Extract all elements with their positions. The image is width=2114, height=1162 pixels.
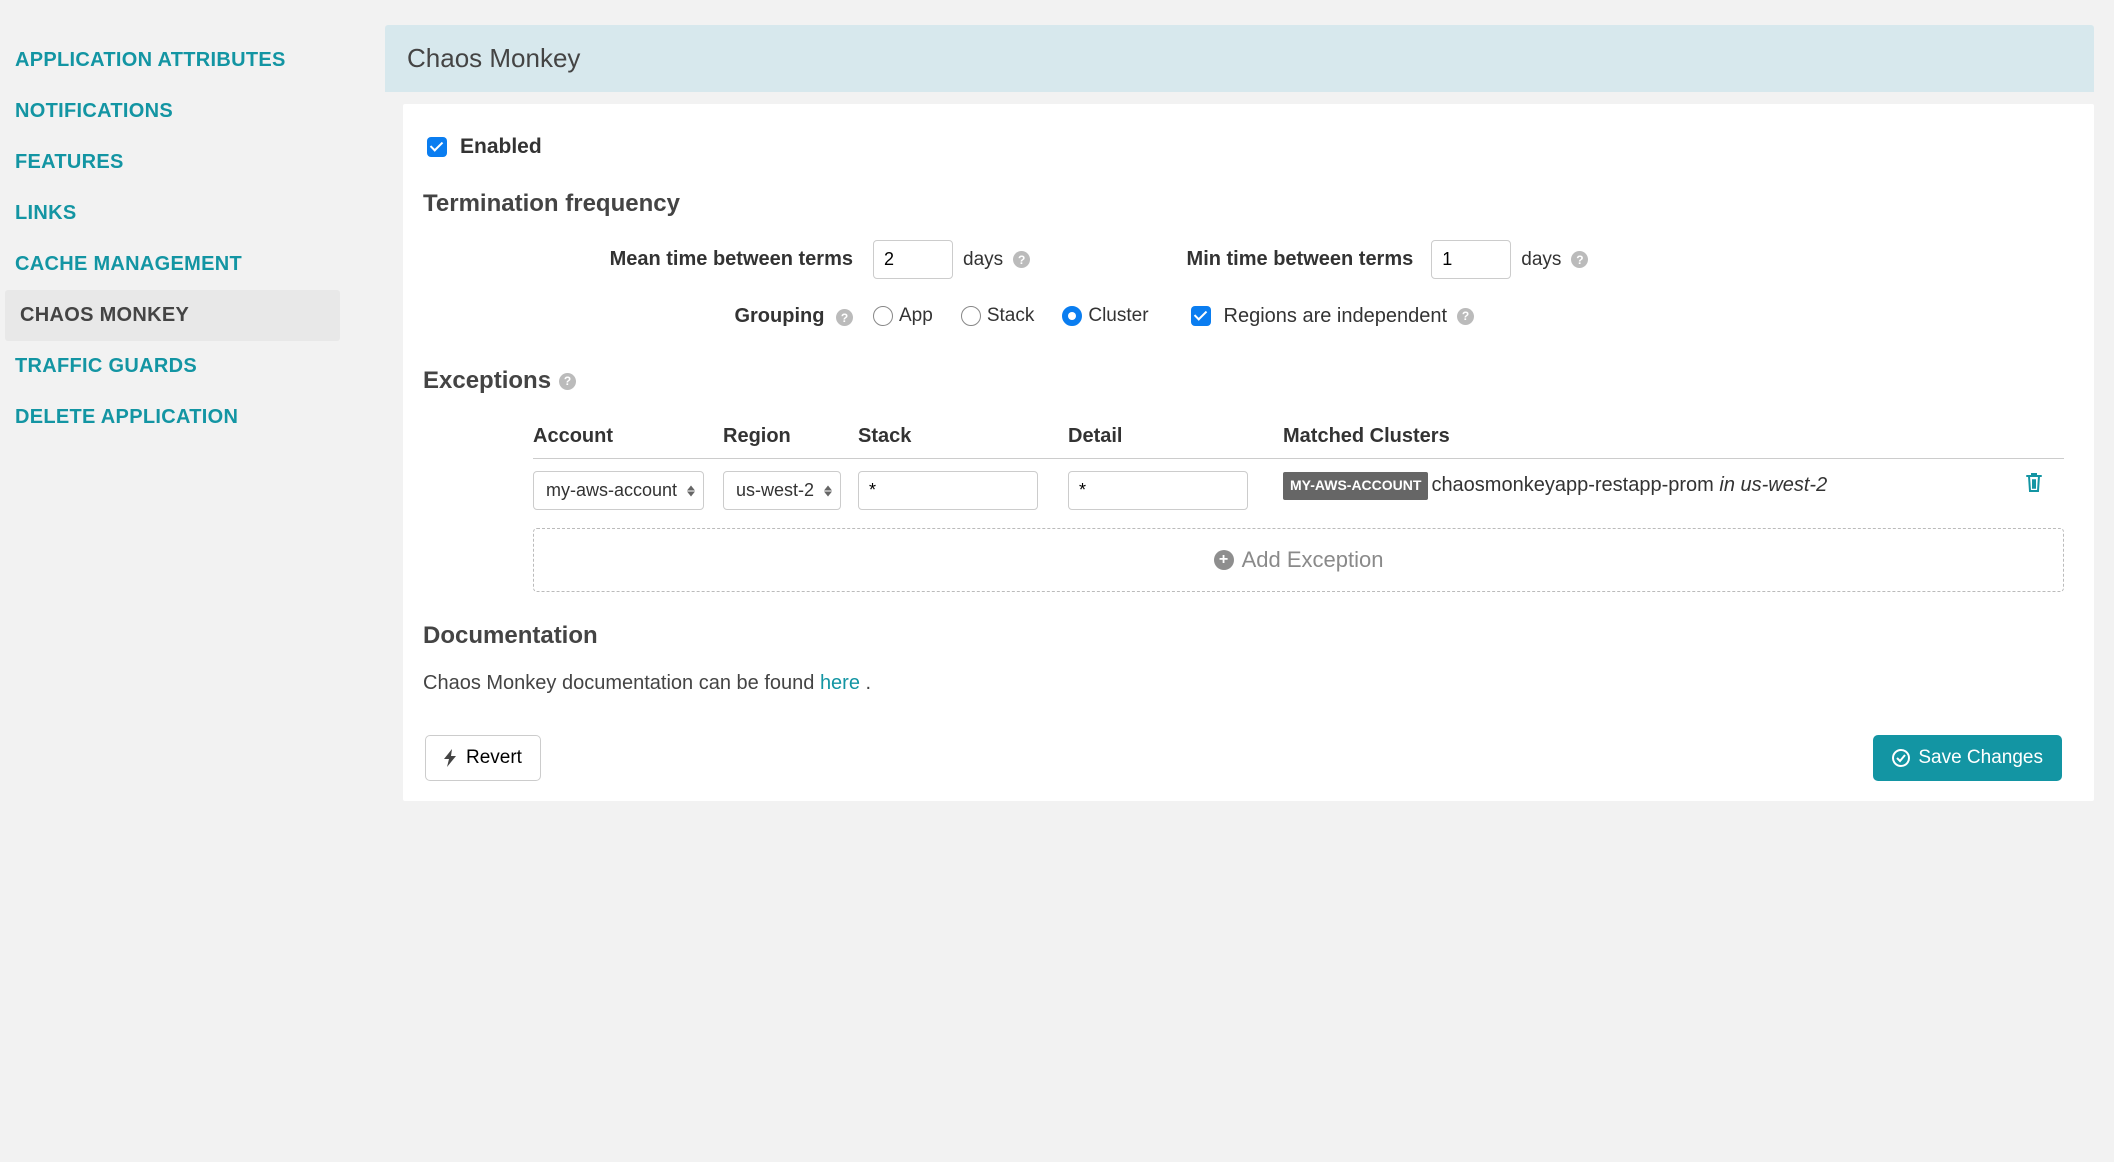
exceptions-table-header: Account Region Stack Detail Matched Clus…	[533, 417, 2064, 459]
col-detail: Detail	[1068, 425, 1283, 448]
exception-row: my-aws-account us-west-2	[533, 459, 2064, 522]
question-icon[interactable]: ?	[1571, 251, 1588, 268]
col-account: Account	[533, 425, 723, 448]
account-badge: MY-AWS-ACCOUNT	[1283, 472, 1428, 500]
radio-icon	[961, 306, 981, 326]
enabled-label: Enabled	[460, 135, 542, 159]
grouping-radio-cluster[interactable]: Cluster	[1062, 305, 1148, 327]
regions-independent-label: Regions are independent	[1224, 305, 1448, 328]
question-icon[interactable]: ?	[1457, 308, 1474, 325]
col-matched: Matched Clusters	[1283, 425, 2024, 448]
sidebar-item-chaos-monkey[interactable]: CHAOS MONKEY	[5, 290, 340, 341]
min-time-unit: days	[1521, 249, 1561, 271]
save-changes-button[interactable]: Save Changes	[1873, 735, 2062, 781]
sidebar-item-features[interactable]: FEATURES	[0, 137, 365, 188]
sidebar-item-delete-application[interactable]: DELETE APPLICATION	[0, 392, 365, 443]
revert-button[interactable]: Revert	[425, 735, 541, 781]
sidebar: APPLICATION ATTRIBUTES NOTIFICATIONS FEA…	[0, 25, 365, 801]
sidebar-item-notifications[interactable]: NOTIFICATIONS	[0, 86, 365, 137]
sidebar-item-links[interactable]: LINKS	[0, 188, 365, 239]
col-stack: Stack	[858, 425, 1068, 448]
stack-input[interactable]	[858, 471, 1038, 510]
account-select[interactable]: my-aws-account	[533, 471, 704, 510]
trash-icon[interactable]	[2024, 471, 2054, 493]
min-time-input[interactable]	[1431, 240, 1511, 279]
detail-input[interactable]	[1068, 471, 1248, 510]
mean-time-input[interactable]	[873, 240, 953, 279]
termination-frequency-heading: Termination frequency	[423, 190, 2064, 218]
add-exception-button[interactable]: + Add Exception	[533, 528, 2064, 592]
exceptions-heading: Exceptions	[423, 367, 551, 395]
documentation-heading: Documentation	[423, 622, 2064, 650]
enabled-checkbox[interactable]	[427, 137, 447, 157]
documentation-text: Chaos Monkey documentation can be found …	[423, 672, 2064, 695]
check-circle-icon	[1892, 749, 1910, 767]
matched-clusters-text: MY-AWS-ACCOUNTchaosmonkeyapp-restapp-pro…	[1283, 471, 2014, 500]
mean-time-unit: days	[963, 249, 1003, 271]
regions-independent-checkbox[interactable]	[1191, 306, 1211, 326]
question-icon[interactable]: ?	[559, 373, 576, 390]
documentation-link[interactable]: here	[820, 672, 860, 694]
sidebar-item-traffic-guards[interactable]: TRAFFIC GUARDS	[0, 341, 365, 392]
sidebar-item-cache-management[interactable]: CACHE MANAGEMENT	[0, 239, 365, 290]
mean-time-label: Mean time between terms	[533, 248, 853, 271]
radio-icon	[873, 306, 893, 326]
panel-title: Chaos Monkey	[385, 25, 2094, 92]
radio-icon	[1062, 306, 1082, 326]
sort-icon	[687, 485, 695, 496]
lightning-icon	[444, 749, 458, 767]
grouping-radio-app[interactable]: App	[873, 305, 933, 327]
grouping-radio-stack[interactable]: Stack	[961, 305, 1035, 327]
grouping-label: Grouping	[734, 305, 824, 327]
col-region: Region	[723, 425, 858, 448]
min-time-label: Min time between terms	[1187, 248, 1414, 271]
question-icon[interactable]: ?	[836, 309, 853, 326]
question-icon[interactable]: ?	[1013, 251, 1030, 268]
sort-icon	[824, 485, 832, 496]
sidebar-item-application-attributes[interactable]: APPLICATION ATTRIBUTES	[0, 35, 365, 86]
region-select[interactable]: us-west-2	[723, 471, 841, 510]
plus-icon: +	[1214, 550, 1234, 570]
